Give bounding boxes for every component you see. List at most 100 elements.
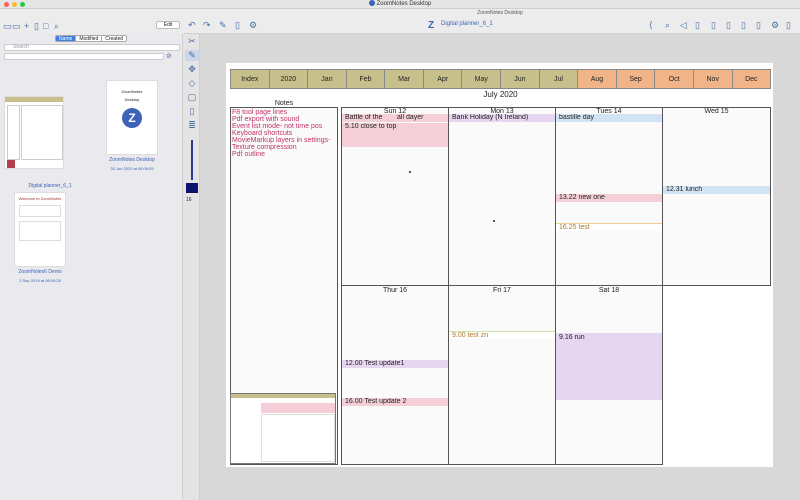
page-preview-thumbnail[interactable]	[230, 393, 336, 464]
info-icon[interactable]: ▯	[786, 20, 791, 30]
event[interactable]: 12.00 Test update1	[342, 360, 448, 368]
document-thumbnail[interactable]: ZoomNotes Desktop Z	[106, 80, 158, 155]
app-logo-icon	[368, 0, 375, 7]
pen-size-value: 16	[186, 197, 192, 203]
page-icon[interactable]: ▯	[695, 20, 700, 30]
document-icon[interactable]: □	[43, 21, 48, 31]
move-icon[interactable]: ✥	[185, 64, 199, 75]
document-label[interactable]: Digital planner_6_1	[0, 183, 100, 189]
ink-dot	[409, 171, 411, 173]
redo-icon[interactable]: ↷	[203, 20, 211, 30]
month-tab[interactable]: Sep	[616, 70, 656, 88]
month-tab[interactable]: Mar	[385, 70, 424, 88]
export-page-icon[interactable]: ▯	[741, 20, 746, 30]
sort-tab-name[interactable]: Name	[56, 36, 77, 41]
month-tab[interactable]: Jan	[308, 70, 347, 88]
close-window-button[interactable]	[4, 2, 9, 7]
pen-icon[interactable]: ✎	[219, 20, 227, 30]
layers-icon[interactable]: ≣	[185, 120, 199, 131]
note-item[interactable]: Texture compression	[232, 144, 337, 151]
event[interactable]: 12.31 lunch	[663, 186, 770, 194]
document-thumbnail[interactable]	[4, 96, 64, 169]
minimize-window-button[interactable]	[12, 2, 17, 7]
month-tab[interactable]: Jun	[501, 70, 540, 88]
filter-icon[interactable]: ⊘	[166, 52, 172, 60]
month-tab-bar: Index 2020 Jan Feb Mar Apr May Jun Jul Aug Sep Oct N…	[230, 69, 771, 89]
page-settings-icon[interactable]: ▯	[756, 20, 761, 30]
note-item[interactable]: MovieMarkup layers in settings-	[232, 137, 337, 144]
filter-input[interactable]	[4, 53, 164, 60]
event[interactable]: 5.10 close to top	[342, 123, 448, 147]
magnifier-icon[interactable]: ⌕	[665, 20, 670, 30]
pen-width-slider[interactable]	[191, 140, 193, 180]
event[interactable]: 13.22 new one	[556, 194, 662, 202]
month-tab[interactable]: Aug	[578, 70, 617, 88]
note-item[interactable]: Pdf outline	[232, 151, 337, 158]
document-thumbnail[interactable]: Welcome to ZoomNotes	[14, 192, 66, 267]
event[interactable]: 9.16 run	[556, 333, 662, 400]
sort-tab-modified[interactable]: Modified	[76, 36, 103, 41]
pen-color-swatch[interactable]	[186, 183, 198, 193]
folder-icon[interactable]: ▯	[34, 21, 39, 31]
day-label: Fri 17	[493, 287, 511, 294]
month-tab[interactable]: Jul	[539, 70, 579, 88]
document-label[interactable]: ZoomNotes Desktop	[100, 157, 164, 163]
sound-icon[interactable]: ◁	[680, 20, 687, 30]
zoomnotes-logo-icon: Z	[428, 20, 435, 31]
search-input[interactable]: Search	[4, 44, 180, 51]
day-label: Sat 18	[598, 287, 620, 294]
event[interactable]: bastille day	[556, 114, 662, 122]
day-cell-thu[interactable]	[341, 285, 449, 465]
day-label: Wed 15	[704, 108, 729, 115]
month-tab[interactable]: Oct	[655, 70, 694, 88]
month-tab[interactable]: Feb	[346, 70, 386, 88]
event[interactable]: all dayer	[394, 114, 448, 122]
ink-dot	[493, 220, 495, 222]
document-label[interactable]: ZoomNotes6 Demo	[5, 269, 75, 275]
month-tab[interactable]: Dec	[732, 70, 771, 88]
event[interactable]: Battle of the	[342, 114, 394, 122]
add-document-icon[interactable]: +	[24, 21, 29, 31]
note-item[interactable]: Event list mode- not time pos	[232, 123, 337, 130]
day-cell-mon[interactable]	[448, 107, 556, 286]
event[interactable]: 9.00 test zn	[449, 331, 555, 339]
document-date: 30 Jun 2020 at 06:08:05	[110, 166, 154, 171]
sort-segmented-control[interactable]: Name Modified Created	[55, 35, 128, 42]
gear-icon[interactable]: ⚙	[249, 20, 257, 30]
event[interactable]: 16.25 test	[556, 223, 662, 231]
undo-icon[interactable]: ↶	[188, 20, 196, 30]
arrow-left-icon[interactable]: ⟨	[649, 20, 653, 30]
month-tab[interactable]: Index	[231, 70, 270, 88]
sidebar-toggle-icon[interactable]: ▭	[3, 21, 12, 31]
add-page-icon[interactable]: ▯	[711, 20, 716, 30]
document-date: 2 Sep 2019 at 06:09:25	[19, 278, 61, 283]
zoom-window-button[interactable]	[20, 2, 25, 7]
grid-view-icon[interactable]: ▭	[12, 21, 21, 31]
edit-button[interactable]: Edit	[156, 21, 180, 29]
note-item[interactable]: Pdf export with sound	[232, 116, 337, 123]
document-title: Digital planner_6_1	[441, 21, 493, 27]
month-tab[interactable]: May	[462, 70, 502, 88]
lasso-icon[interactable]: ✂	[185, 36, 199, 47]
day-label: Thur 16	[382, 287, 408, 294]
day-cell-wed[interactable]	[662, 107, 771, 286]
trash-icon[interactable]: ▯	[235, 20, 240, 30]
document-settings-icon[interactable]: ⚙	[771, 20, 779, 30]
page-list-icon[interactable]: ▯	[726, 20, 731, 30]
event[interactable]: 16.00 Test update 2	[342, 398, 448, 406]
event[interactable]: Bank Holiday (N Ireland)	[449, 114, 555, 122]
page-tool-icon[interactable]: ▯	[185, 106, 199, 117]
month-tab[interactable]: 2020	[269, 70, 309, 88]
notes-list: F8 tool page lines Pdf export with sound E…	[232, 109, 337, 158]
sort-tab-created[interactable]: Created	[102, 36, 126, 41]
pen-tool-icon[interactable]: ✎	[185, 50, 199, 61]
day-cell-fri[interactable]	[448, 285, 556, 465]
note-item[interactable]: F8 tool page lines	[232, 109, 337, 116]
library-sidebar: Name Modified Created Search ⊘ Digital p…	[0, 34, 183, 500]
month-tab[interactable]: Nov	[693, 70, 733, 88]
month-tab[interactable]: Apr	[423, 70, 463, 88]
shape-icon[interactable]: ▢	[185, 92, 199, 103]
eraser-icon[interactable]: ◇	[185, 78, 199, 89]
search-icon[interactable]: ⌕	[54, 21, 59, 31]
note-item[interactable]: Keyboard shortcuts	[232, 130, 337, 137]
